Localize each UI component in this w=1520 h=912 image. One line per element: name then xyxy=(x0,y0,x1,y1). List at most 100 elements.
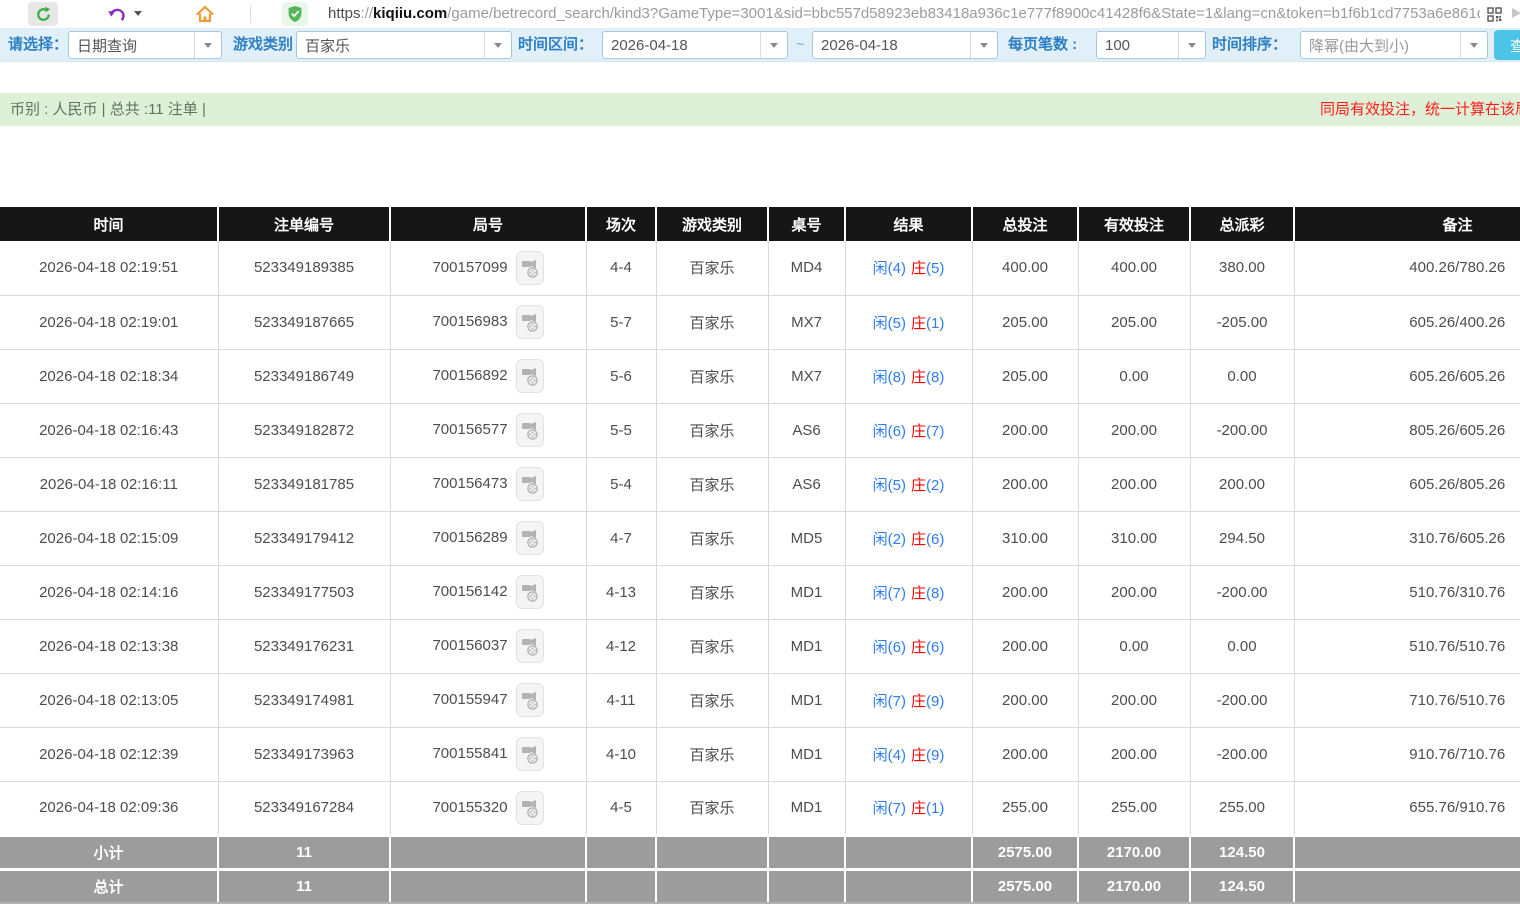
cell-payout: 200.00 xyxy=(1190,457,1294,511)
cell-total-bet: 205.00 xyxy=(972,295,1078,349)
result-player: 闲(4) xyxy=(873,747,906,764)
cell-session: 5-6 xyxy=(586,349,656,403)
video-replay-icon xyxy=(521,473,539,495)
result-banker-label: 庄 xyxy=(911,315,926,332)
cell-valid-bet: 400.00 xyxy=(1078,241,1190,295)
cell-round-id: 700157099 xyxy=(390,241,586,295)
result-banker-num: (1) xyxy=(926,800,944,817)
video-replay-button[interactable] xyxy=(516,575,544,609)
video-replay-button[interactable] xyxy=(516,467,544,501)
cell-table-no: MX7 xyxy=(768,295,845,349)
cell-time: 2026-04-18 02:09:36 xyxy=(0,781,218,835)
cell-result: 闲(6)庄(6) xyxy=(845,619,972,673)
cell-table-no: MD1 xyxy=(768,619,845,673)
table-row: 2026-04-18 02:19:01 523349187665 7001569… xyxy=(0,295,1520,349)
video-replay-button[interactable] xyxy=(516,305,544,339)
total-valid-bet: 2170.00 xyxy=(1078,869,1190,903)
result-banker-label: 庄 xyxy=(911,747,926,764)
video-replay-button[interactable] xyxy=(516,791,544,825)
cell-table-no: AS6 xyxy=(768,403,845,457)
shield-icon xyxy=(287,5,303,23)
sort-label: 时间排序： xyxy=(1212,28,1287,62)
video-replay-button[interactable] xyxy=(516,359,544,393)
table-row: 2026-04-18 02:18:34 523349186749 7001568… xyxy=(0,349,1520,403)
cell-time: 2026-04-18 02:13:05 xyxy=(0,673,218,727)
result-player: 闲(7) xyxy=(873,693,906,710)
summary-band: 币别 : 人民币 | 总共 :11 注单 | 同局有效投注，统一计算在该局第 xyxy=(0,93,1520,126)
result-banker-num: (9) xyxy=(926,693,944,710)
cell-session: 5-5 xyxy=(586,403,656,457)
cell-session: 4-7 xyxy=(586,511,656,565)
date-to-select[interactable]: 2026-04-18 xyxy=(812,31,998,59)
cell-session: 4-12 xyxy=(586,619,656,673)
video-replay-button[interactable] xyxy=(516,683,544,717)
per-page-select[interactable]: 100 xyxy=(1096,31,1206,59)
result-banker-num: (1) xyxy=(926,315,944,332)
cell-total-bet: 200.00 xyxy=(972,457,1078,511)
game-type-value: 百家乐 xyxy=(297,32,484,58)
result-player: 闲(6) xyxy=(873,423,906,440)
cell-time: 2026-04-18 02:12:39 xyxy=(0,727,218,781)
cell-bet-id: 523349176231 xyxy=(218,619,390,673)
cell-session: 4-5 xyxy=(586,781,656,835)
subtotal-valid-bet: 2170.00 xyxy=(1078,835,1190,869)
cell-table-no: MD1 xyxy=(768,565,845,619)
cell-valid-bet: 205.00 xyxy=(1078,295,1190,349)
video-replay-button[interactable] xyxy=(516,251,544,285)
cell-time: 2026-04-18 02:15:09 xyxy=(0,511,218,565)
result-banker-num: (6) xyxy=(926,639,944,656)
home-button[interactable] xyxy=(192,2,218,26)
cell-result: 闲(6)庄(7) xyxy=(845,403,972,457)
result-banker-num: (9) xyxy=(926,747,944,764)
cell-payout: -200.00 xyxy=(1190,727,1294,781)
video-replay-button[interactable] xyxy=(516,521,544,555)
sort-select[interactable]: 降幂(由大到小) xyxy=(1300,31,1488,59)
cell-remark: 655.76/910.76 xyxy=(1294,781,1520,835)
video-replay-icon xyxy=(521,581,539,603)
cell-round-id: 700156577 xyxy=(390,403,586,457)
query-type-select[interactable]: 日期查询 xyxy=(68,31,222,59)
chevron-down-icon xyxy=(760,32,787,58)
refresh-button[interactable] xyxy=(28,2,58,26)
result-banker-num: (6) xyxy=(926,531,944,548)
undo-button[interactable] xyxy=(104,2,130,26)
header-valid-bet: 有效投注 xyxy=(1078,207,1190,241)
video-replay-button[interactable] xyxy=(516,737,544,771)
video-replay-icon xyxy=(521,797,539,819)
header-game-type: 游戏类别 xyxy=(656,207,768,241)
qr-code-button[interactable] xyxy=(1484,2,1504,26)
address-bar[interactable]: https://kiqiiu.com/game/betrecord_search… xyxy=(328,0,1480,28)
round-id-text: 700156289 xyxy=(432,529,507,546)
header-round-id: 局号 xyxy=(390,207,586,241)
header-result: 结果 xyxy=(845,207,972,241)
cell-valid-bet: 310.00 xyxy=(1078,511,1190,565)
cell-result: 闲(7)庄(8) xyxy=(845,565,972,619)
table-row: 2026-04-18 02:15:09 523349179412 7001562… xyxy=(0,511,1520,565)
cell-valid-bet: 0.00 xyxy=(1078,619,1190,673)
date-from-select[interactable]: 2026-04-18 xyxy=(602,31,788,59)
cell-total-bet: 200.00 xyxy=(972,673,1078,727)
cell-round-id: 700156037 xyxy=(390,619,586,673)
cell-result: 闲(5)庄(1) xyxy=(845,295,972,349)
result-player: 闲(8) xyxy=(873,369,906,386)
game-type-select[interactable]: 百家乐 xyxy=(296,31,512,59)
video-replay-button[interactable] xyxy=(516,629,544,663)
records-tbody: 2026-04-18 02:19:51 523349189385 7001570… xyxy=(0,241,1520,835)
header-bet-id: 注单编号 xyxy=(218,207,390,241)
cell-table-no: MD1 xyxy=(768,781,845,835)
search-button[interactable]: 查询 xyxy=(1494,30,1520,60)
security-badge[interactable] xyxy=(282,2,308,26)
undo-dropdown-caret[interactable] xyxy=(134,11,142,16)
cell-round-id: 700156892 xyxy=(390,349,586,403)
per-page-label: 每页笔数 : xyxy=(1008,28,1077,62)
cell-valid-bet: 200.00 xyxy=(1078,565,1190,619)
cell-payout: -200.00 xyxy=(1190,673,1294,727)
choose-label: 请选择： xyxy=(8,28,68,62)
header-table-no: 桌号 xyxy=(768,207,845,241)
table-row: 2026-04-18 02:14:16 523349177503 7001561… xyxy=(0,565,1520,619)
cell-total-bet: 200.00 xyxy=(972,565,1078,619)
cell-table-no: MD4 xyxy=(768,241,845,295)
video-replay-button[interactable] xyxy=(516,413,544,447)
result-banker-label: 庄 xyxy=(911,585,926,602)
cell-result: 闲(4) 庄(9) xyxy=(845,727,972,781)
